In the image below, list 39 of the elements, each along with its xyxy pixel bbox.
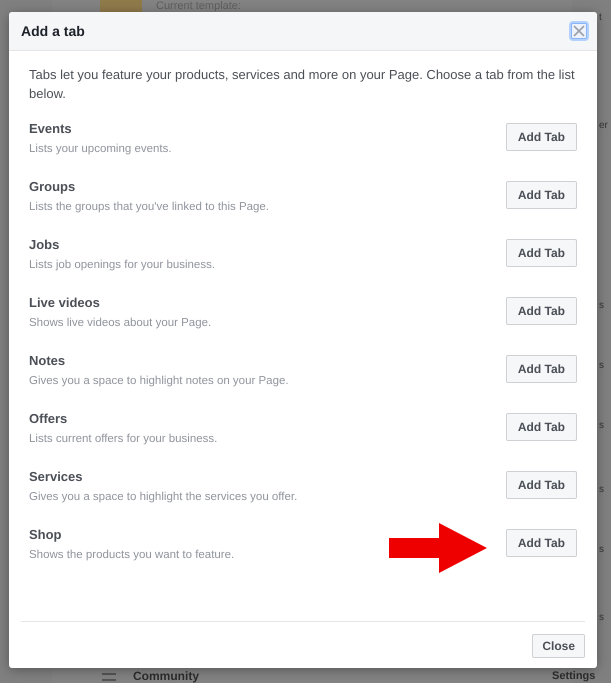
add-tab-button[interactable]: Add Tab [506,239,577,267]
tab-description: Gives you a space to highlight notes on your Page. [29,375,289,387]
tab-name: Shop [29,527,62,542]
tab-name: Notes [29,353,66,368]
tab-description: Lists the groups that you've linked to this Page. [29,201,270,213]
add-tab-button[interactable]: Add Tab [506,123,577,151]
add-tab-button[interactable]: Add Tab [506,471,577,499]
background-text: s [599,612,604,623]
drag-handle-icon [102,673,116,681]
background-text: s [599,544,604,555]
section-title: Community [133,670,199,683]
tab-name: Services [29,469,84,484]
add-tab-button[interactable]: Add Tab [506,529,577,557]
background-text: s [599,360,604,371]
tab-name: Groups [29,179,76,194]
tab-description: Lists job openings for your business. [29,259,216,271]
add-tab-button[interactable]: Add Tab [506,355,577,383]
tab-name: Live videos [29,295,101,310]
tab-description: Lists current offers for your business. [29,433,218,445]
tab-description: Lists your upcoming events. [29,143,172,155]
add-tab-button[interactable]: Add Tab [506,181,577,209]
tab-description: Shows live videos about your Page. [29,317,212,329]
background-text: er [599,120,608,131]
tab-name: Offers [29,411,68,426]
background-text: s [599,484,604,495]
background-text: s [599,300,604,311]
close-icon[interactable] [571,23,587,39]
background-text: s [599,420,604,431]
tab-name: Jobs [29,237,60,252]
background-text: t [599,12,602,23]
tab-description: Shows the products you want to feature. [29,549,234,561]
intro-text: Tabs let you feature your products, services and more on your Page. Choose a tab from the list below. [29,66,576,103]
template-thumbnail [100,0,142,12]
close-button[interactable]: Close [532,634,585,658]
add-tab-button[interactable]: Add Tab [506,297,577,325]
tab-name: Events [29,121,73,136]
dialog-title: Add a tab [21,23,85,39]
add-tab-button[interactable]: Add Tab [506,413,577,441]
tab-description: Gives you a space to highlight the services you offer. [29,491,298,503]
